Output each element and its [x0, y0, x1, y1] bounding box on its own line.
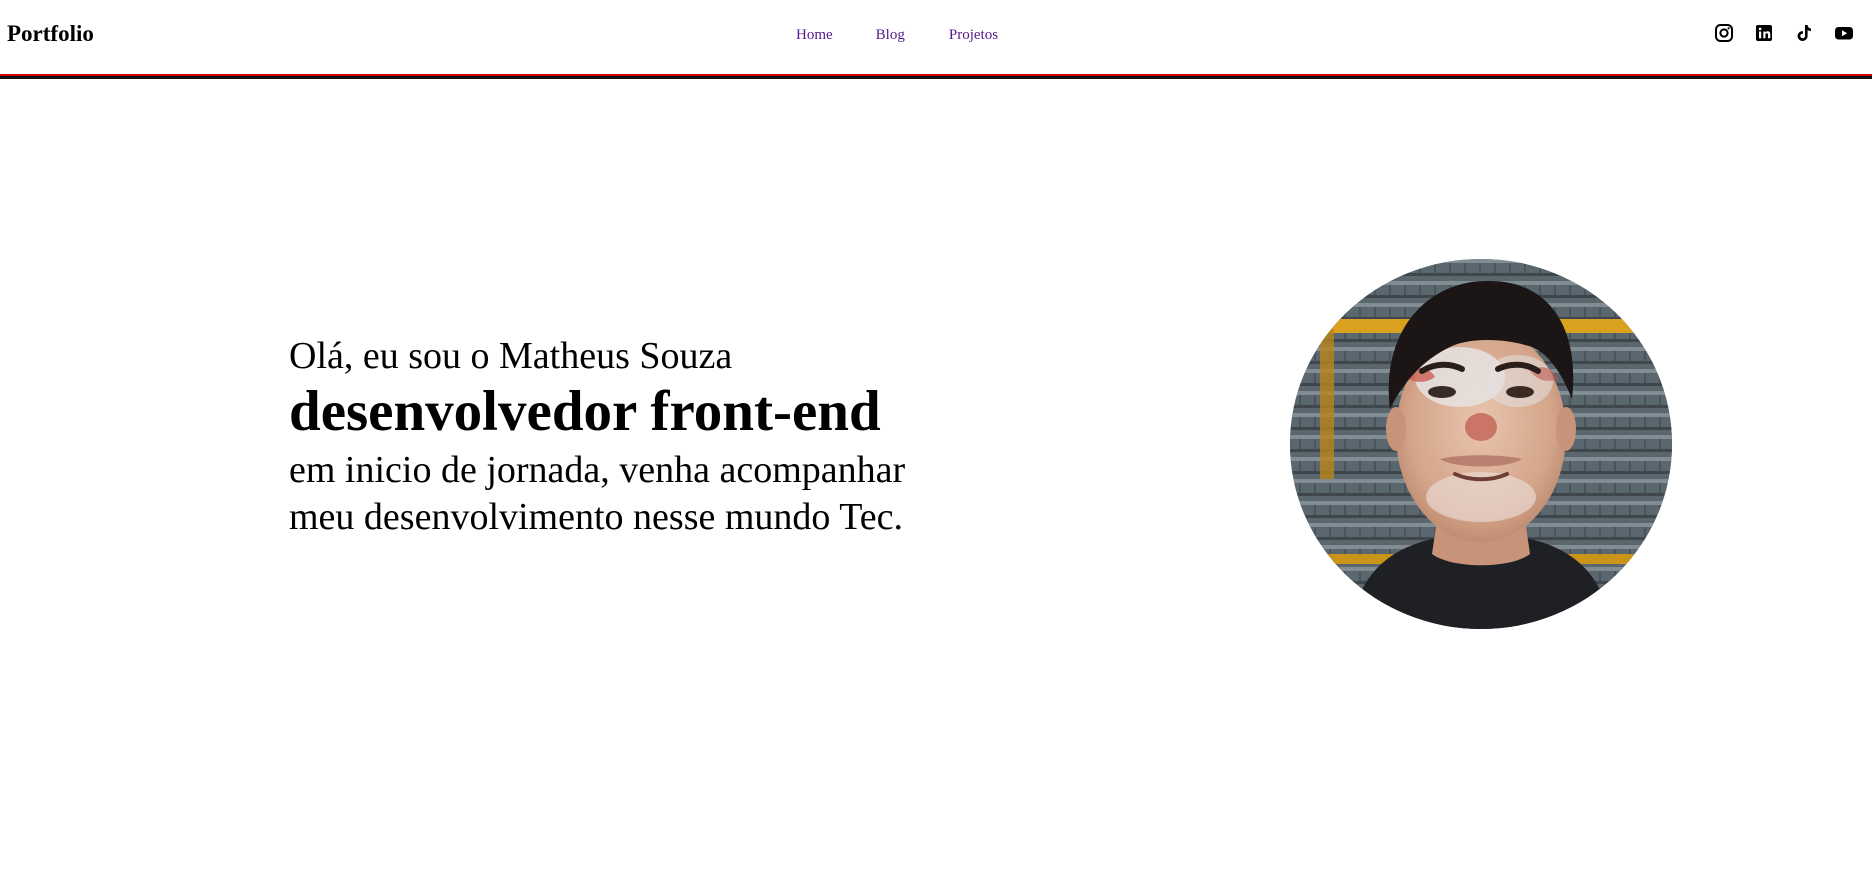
- site-logo[interactable]: Portfolio: [7, 19, 94, 49]
- profile-photo: [1290, 259, 1672, 629]
- header-divider-black: [0, 76, 1872, 79]
- tiktok-icon[interactable]: [1794, 23, 1814, 43]
- nav-link-blog[interactable]: Blog: [876, 25, 905, 45]
- hero-role-title: desenvolvedor front-end: [289, 380, 881, 443]
- nav-link-projetos[interactable]: Projetos: [949, 25, 998, 45]
- main-nav: Home Blog Projetos: [796, 25, 998, 45]
- hero-tagline-line-1: em inicio de jornada, venha acompanhar: [289, 449, 906, 491]
- youtube-icon[interactable]: [1834, 23, 1854, 43]
- profile-photo-illustration: [1290, 259, 1672, 629]
- hero-tagline-line-2: meu desenvolvimento nesse mundo Tec.: [289, 496, 904, 538]
- header: Portfolio Home Blog Projetos: [0, 0, 1872, 74]
- nav-link-home[interactable]: Home: [796, 25, 833, 45]
- instagram-icon[interactable]: [1714, 23, 1734, 43]
- hero-greeting: Olá, eu sou o Matheus Souza: [289, 335, 733, 377]
- hero-tagline: em inicio de jornada, venha acompanhar m…: [289, 447, 1009, 541]
- linkedin-icon[interactable]: [1754, 23, 1774, 43]
- hero-intro: Olá, eu sou o Matheus Souza desenvolvedo…: [289, 333, 1009, 541]
